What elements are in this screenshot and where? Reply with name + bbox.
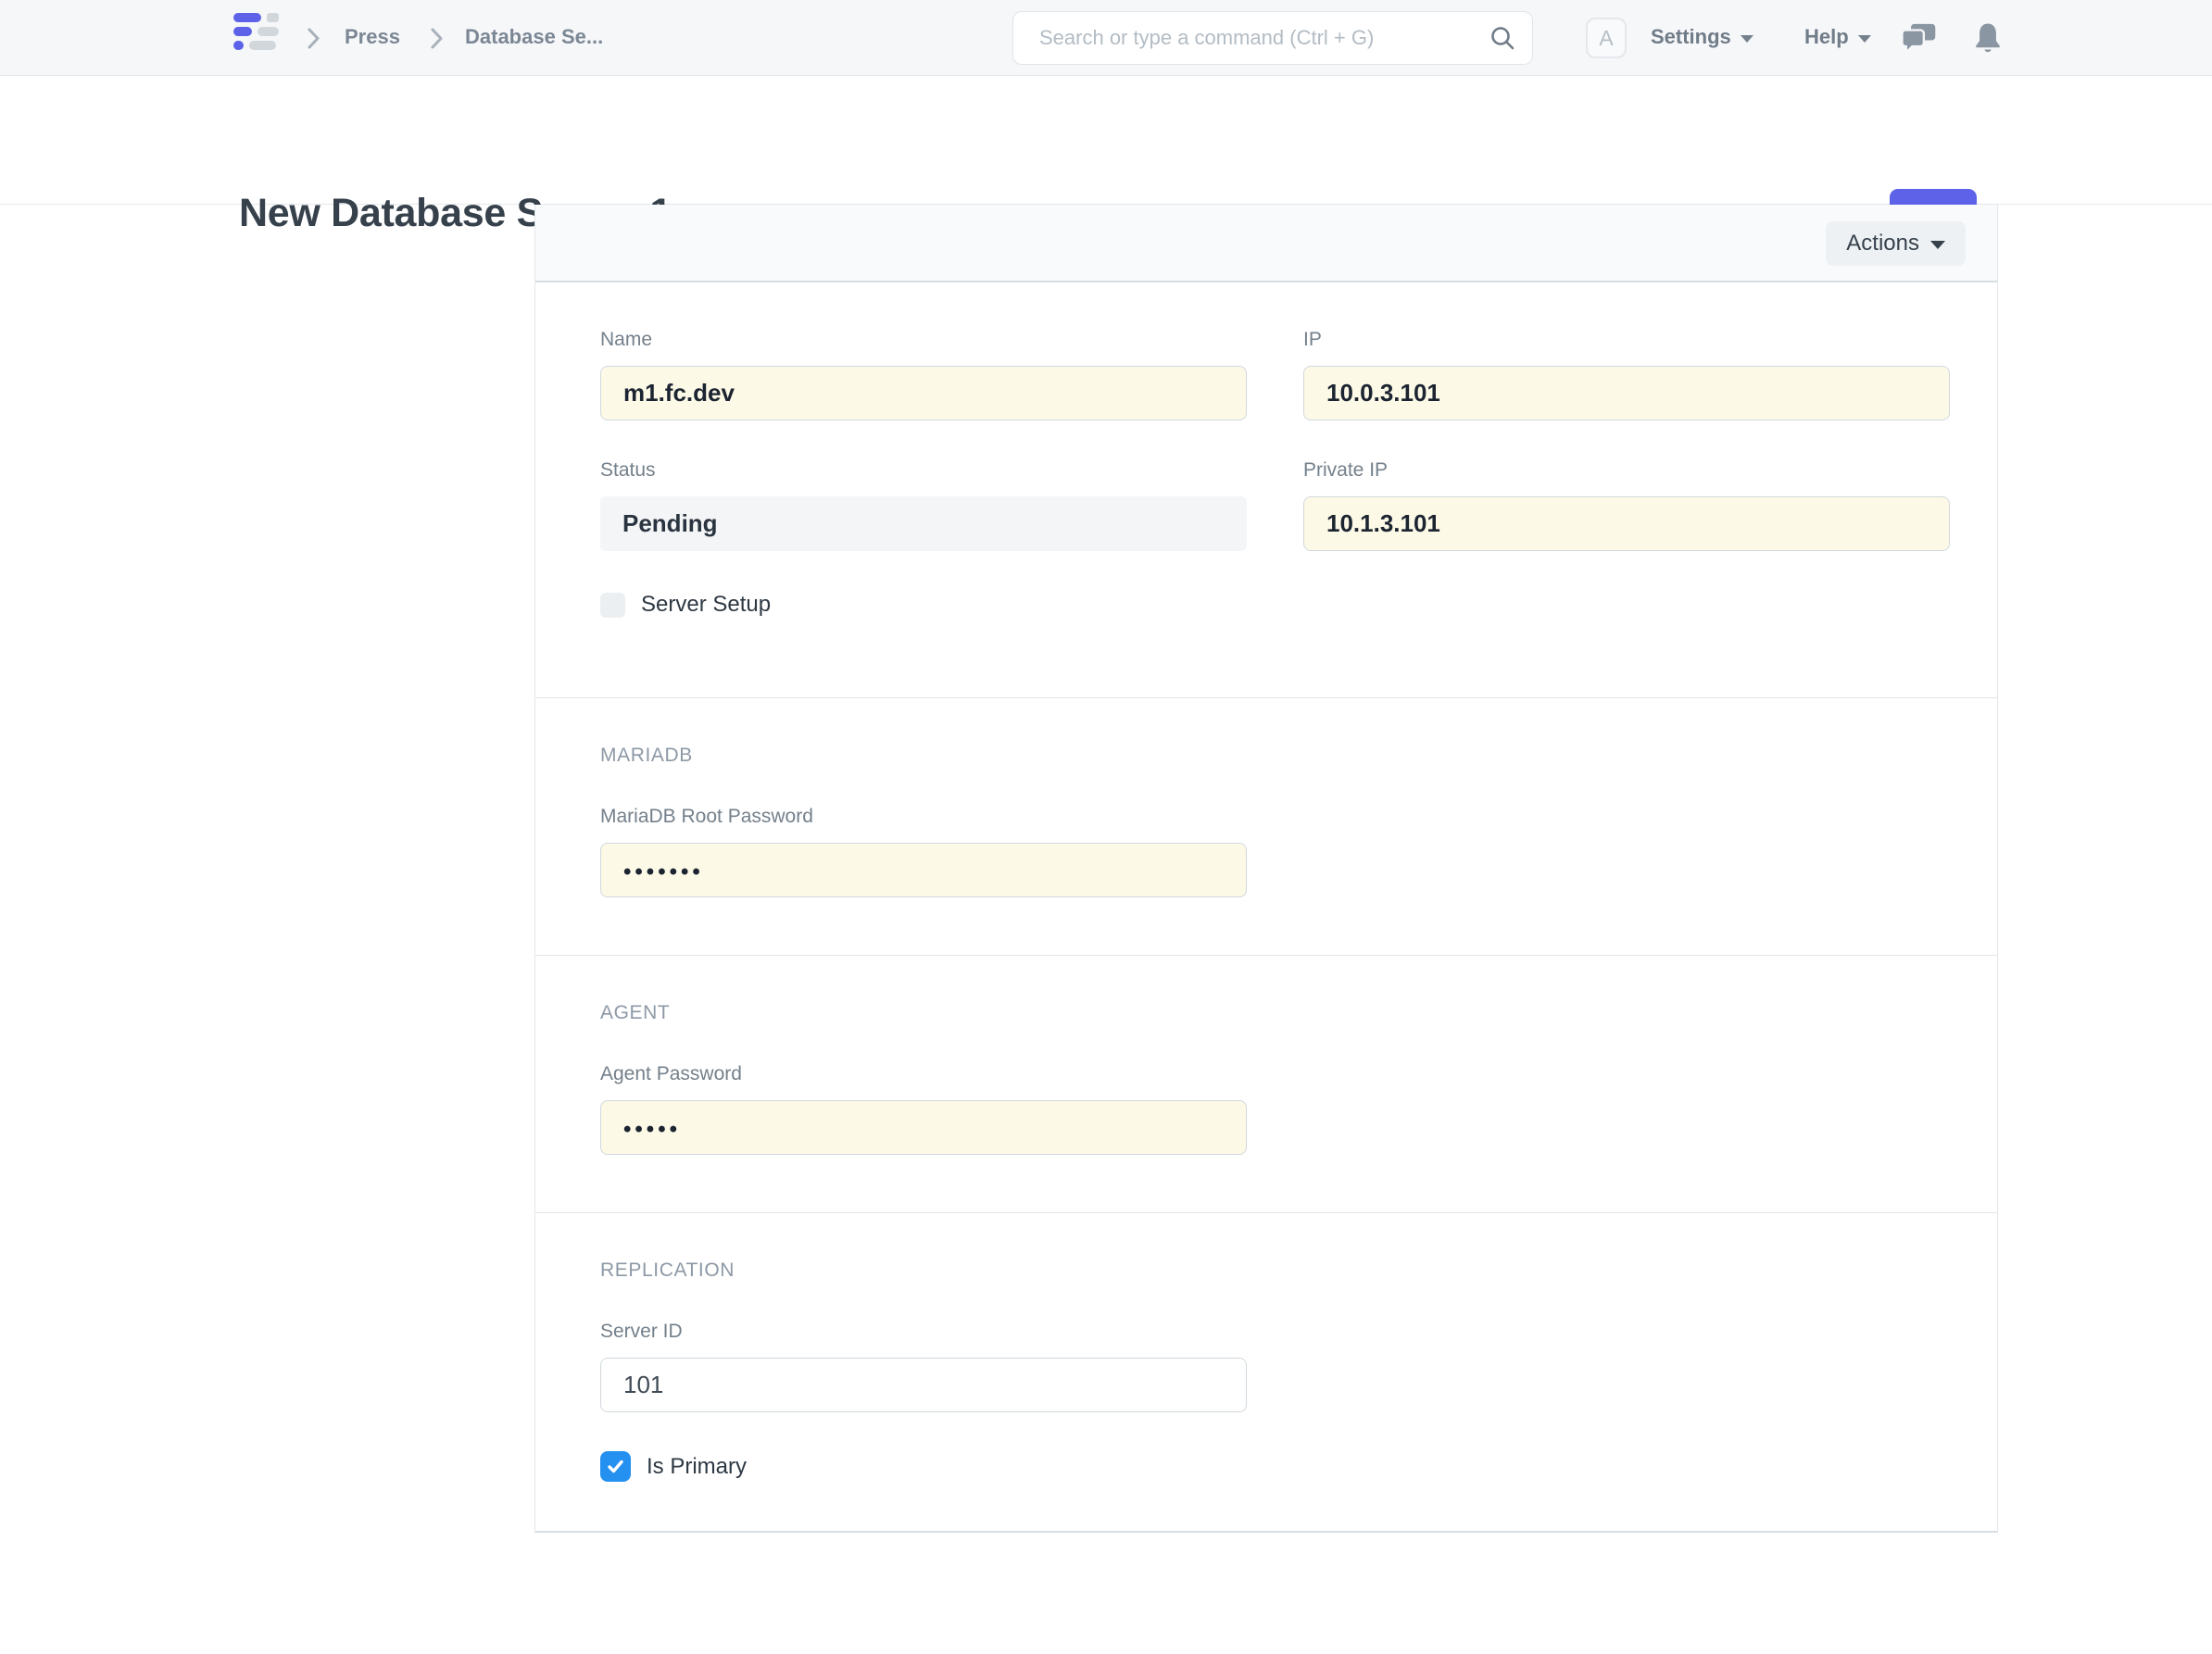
global-search <box>1012 11 1533 65</box>
chevron-right-icon <box>429 26 445 56</box>
field-server-id: Server ID <box>600 1321 1997 1412</box>
chevron-right-icon <box>306 26 321 56</box>
bell-icon[interactable] <box>1973 22 2003 60</box>
chevron-down-icon <box>1930 241 1945 249</box>
mariadb-root-password-label: MariaDB Root Password <box>600 806 1997 828</box>
field-is-primary: Is Primary <box>600 1451 1997 1482</box>
chevron-down-icon <box>1741 35 1753 43</box>
field-server-setup: Server Setup <box>600 592 1247 618</box>
search-icon <box>1489 24 1516 56</box>
help-label: Help <box>1804 25 1849 49</box>
server-setup-checkbox[interactable] <box>600 593 625 618</box>
server-id-input[interactable] <box>600 1358 1247 1412</box>
avatar-letter: A <box>1599 26 1613 51</box>
mariadb-heading: MARIADB <box>600 745 1997 767</box>
server-setup-label: Server Setup <box>641 592 771 618</box>
actions-label: Actions <box>1846 231 1919 257</box>
status-value: Pending <box>600 496 1247 551</box>
section-details: Name IP Status Pending Private IP Server… <box>535 282 1997 698</box>
server-id-label: Server ID <box>600 1321 1997 1343</box>
field-mariadb-root-password: MariaDB Root Password <box>600 806 1997 897</box>
settings-label: Settings <box>1651 25 1731 49</box>
page-head: New Database Server 1 Not Saved Save <box>0 76 2212 205</box>
section-replication: REPLICATION Server ID Is Primary <box>535 1213 1997 1537</box>
chat-icon[interactable] <box>1901 22 1936 60</box>
form-card: Actions Name IP Status Pending Private I… <box>534 205 1998 1533</box>
frappe-logo-icon[interactable] <box>233 13 279 55</box>
navbar: Press Database Se... A Settings Help <box>0 0 2212 76</box>
agent-password-input[interactable] <box>600 1100 1247 1155</box>
settings-menu[interactable]: Settings <box>1651 25 1753 49</box>
ip-input[interactable] <box>1303 366 1950 420</box>
is-primary-checkbox[interactable] <box>600 1451 631 1482</box>
private-ip-input[interactable] <box>1303 496 1950 551</box>
check-icon <box>606 1457 625 1476</box>
status-label: Status <box>600 459 1247 482</box>
agent-password-label: Agent Password <box>600 1063 1997 1085</box>
name-label: Name <box>600 329 1247 351</box>
section-agent: AGENT Agent Password <box>535 956 1997 1213</box>
breadcrumb-press[interactable]: Press <box>345 25 400 49</box>
field-status: Status Pending <box>600 459 1247 551</box>
name-input[interactable] <box>600 366 1247 420</box>
chevron-down-icon <box>1858 35 1871 43</box>
field-private-ip: Private IP <box>1303 459 1950 551</box>
private-ip-label: Private IP <box>1303 459 1950 482</box>
actions-button[interactable]: Actions <box>1826 221 1966 266</box>
breadcrumb-database-server[interactable]: Database Se... <box>465 25 603 49</box>
replication-heading: REPLICATION <box>600 1259 1997 1282</box>
ip-label: IP <box>1303 329 1950 351</box>
field-agent-password: Agent Password <box>600 1063 1997 1155</box>
agent-heading: AGENT <box>600 1002 1997 1024</box>
field-ip: IP <box>1303 329 1950 420</box>
form-toolbar: Actions <box>535 205 1997 282</box>
search-input[interactable] <box>1012 11 1533 65</box>
mariadb-root-password-input[interactable] <box>600 843 1247 897</box>
help-menu[interactable]: Help <box>1804 25 1871 49</box>
avatar[interactable]: A <box>1586 18 1627 58</box>
is-primary-label: Is Primary <box>647 1454 747 1480</box>
section-mariadb: MARIADB MariaDB Root Password <box>535 698 1997 956</box>
field-name: Name <box>600 329 1247 420</box>
